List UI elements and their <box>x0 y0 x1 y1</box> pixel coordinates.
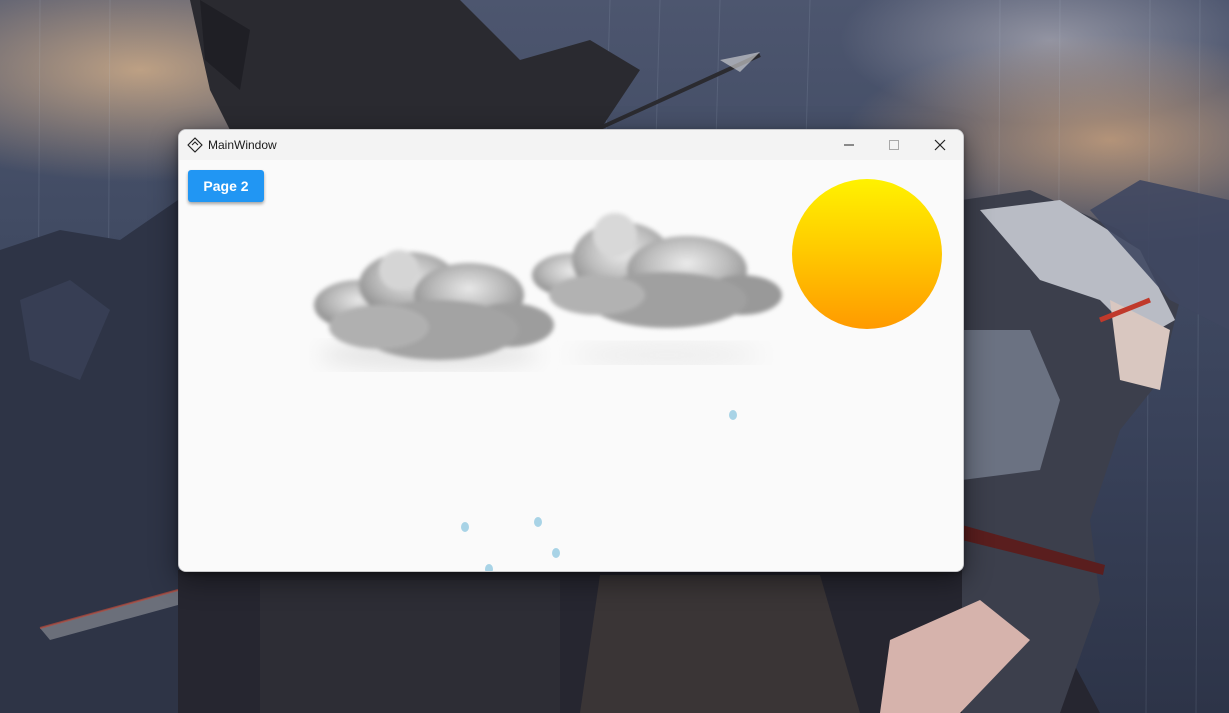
window-content: Page 2 <box>179 160 963 571</box>
raindrop <box>485 564 493 571</box>
main-window: MainWindow Page 2 <box>178 129 964 572</box>
cloud-right <box>532 213 782 365</box>
maximize-button[interactable] <box>871 130 917 160</box>
raindrop <box>534 517 542 527</box>
close-button[interactable] <box>917 130 963 160</box>
sun <box>792 179 942 329</box>
close-icon <box>934 139 946 151</box>
page-2-button[interactable]: Page 2 <box>188 170 264 202</box>
minimize-button[interactable] <box>826 130 872 160</box>
title-bar[interactable]: MainWindow <box>179 130 963 160</box>
raindrop <box>729 410 737 420</box>
maximize-icon <box>889 140 899 150</box>
minimize-icon <box>844 144 854 146</box>
app-icon <box>186 136 204 154</box>
raindrop <box>552 548 560 558</box>
raindrop <box>461 522 469 532</box>
window-title: MainWindow <box>208 138 277 152</box>
